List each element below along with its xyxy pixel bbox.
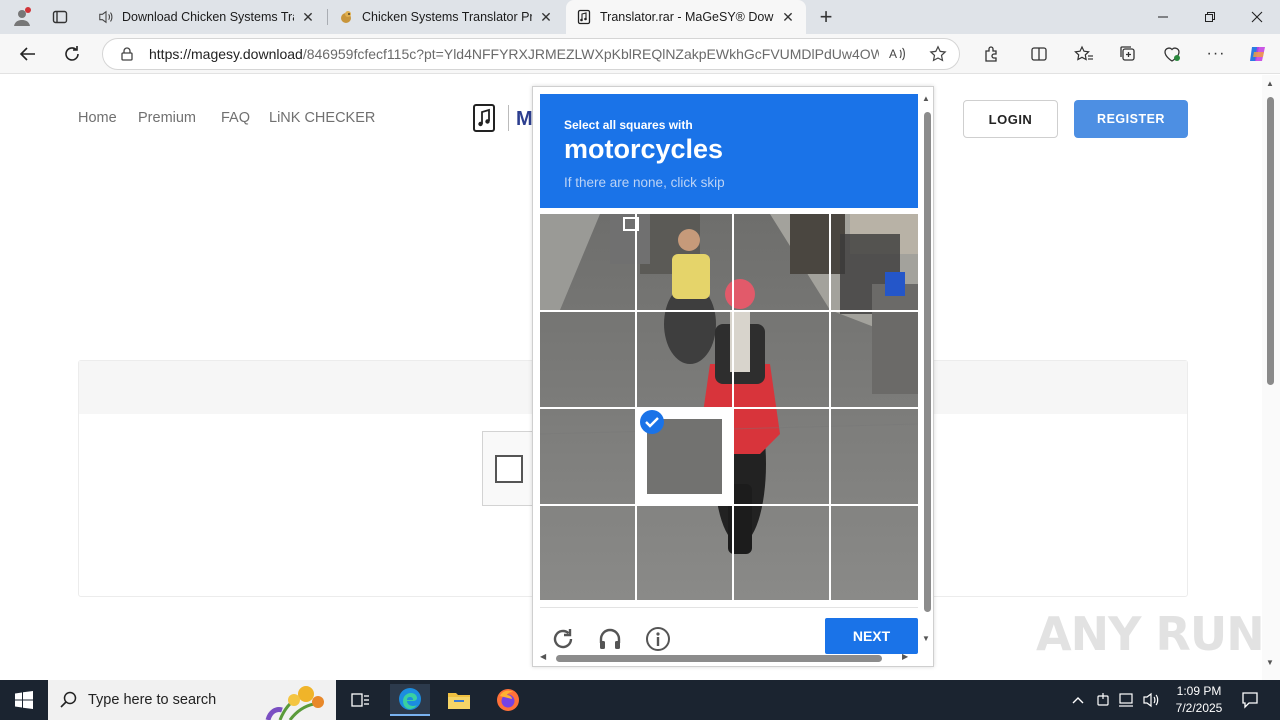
close-tab-icon[interactable]: ✕ — [538, 9, 554, 26]
tile-r1-c1[interactable] — [540, 214, 636, 311]
taskbar-search[interactable]: Type here to search — [48, 680, 336, 721]
clock-date: 7/2/2025 — [1175, 701, 1223, 715]
tab-translator-rar[interactable]: Translator.rar - MaGeSY® Downlo ✕ — [566, 0, 806, 34]
windows-taskbar: Type here to search 1:09 PM 7/2/2025 — [0, 680, 1280, 721]
url-text: https://magesy.download/846959fcfecf115c… — [149, 46, 879, 62]
tile-r3-c2-selected[interactable] — [637, 409, 733, 505]
register-button[interactable]: REGISTER — [1074, 100, 1188, 138]
watermark-text: ANY RUN — [1036, 607, 1265, 661]
site-info-icon[interactable] — [119, 46, 135, 67]
instruction-prefix: Select all squares with — [564, 118, 693, 132]
page-scroll-thumb[interactable] — [1267, 97, 1274, 385]
tile-r2-c1[interactable] — [540, 312, 636, 408]
notifications-icon[interactable] — [1230, 684, 1270, 716]
site-favicon — [338, 9, 354, 25]
captcha-image-grid — [540, 214, 918, 600]
system-clock[interactable]: 1:09 PM 7/2/2025 — [1166, 683, 1232, 717]
collections-icon[interactable] — [1114, 40, 1142, 68]
tab-chicken-translator[interactable]: Chicken Systems Translator Pro v2 ✕ — [328, 0, 564, 34]
favorite-star-icon[interactable] — [929, 45, 947, 68]
tile-r4-c3[interactable] — [734, 506, 830, 600]
settings-more-icon[interactable]: ··· — [1202, 40, 1230, 68]
profile-icon[interactable] — [8, 3, 36, 31]
tile-r3-c1[interactable] — [540, 409, 636, 505]
firefox-icon[interactable] — [488, 684, 528, 716]
file-explorer-icon[interactable] — [439, 684, 479, 716]
instruction-target: motorcycles — [564, 134, 724, 164]
refresh-icon[interactable] — [58, 40, 86, 68]
close-tab-icon[interactable]: ✕ — [780, 9, 796, 26]
page-icon — [576, 9, 592, 25]
close-window-icon[interactable] — [1234, 0, 1280, 34]
site-logo-icon[interactable] — [471, 103, 499, 133]
logo-divider — [508, 105, 509, 131]
tile-r1-c3[interactable] — [734, 214, 830, 311]
tab-actions-icon[interactable] — [46, 3, 74, 31]
tab-label: Translator.rar - MaGeSY® Downlo — [600, 10, 774, 24]
reload-icon[interactable] — [548, 624, 578, 654]
scroll-up-arrow-icon[interactable]: ▲ — [922, 94, 930, 103]
recaptcha-checkbox[interactable] — [495, 455, 523, 483]
tab-label: Download Chicken Systems Trans — [122, 10, 294, 24]
tile-r3-c3[interactable] — [734, 409, 830, 505]
tile-r2-c2[interactable] — [637, 312, 733, 408]
task-view-icon[interactable] — [340, 684, 380, 716]
back-icon[interactable] — [14, 40, 42, 68]
challenge-h-scroll-thumb[interactable] — [556, 655, 882, 662]
tab-download-chicken[interactable]: Download Chicken Systems Trans ✕ — [88, 0, 326, 34]
windows-start-icon[interactable] — [4, 684, 44, 716]
clock-time: 1:09 PM — [1176, 684, 1222, 698]
challenge-h-scrollbar[interactable]: ◀ ▶ — [540, 652, 918, 664]
split-screen-icon[interactable] — [1025, 40, 1053, 68]
address-bar[interactable]: https://magesy.download/846959fcfecf115c… — [102, 38, 960, 70]
scroll-left-arrow-icon[interactable]: ◀ — [540, 652, 546, 661]
restore-icon[interactable] — [1187, 0, 1233, 34]
volume-icon[interactable] — [1131, 684, 1171, 716]
nav-home[interactable]: Home — [78, 110, 117, 126]
tile-r2-c3[interactable] — [734, 312, 830, 408]
browser-essentials-icon[interactable] — [1158, 40, 1186, 68]
tile-r4-c2[interactable] — [637, 506, 733, 600]
tile-r1-c2[interactable] — [637, 214, 733, 311]
svg-text:A: A — [889, 47, 897, 61]
edge-taskbar-icon[interactable] — [390, 684, 430, 716]
browser-tab-bar: Download Chicken Systems Trans ✕ Chicken… — [0, 0, 1280, 34]
close-tab-icon[interactable]: ✕ — [300, 9, 316, 26]
scroll-up-arrow-icon[interactable]: ▲ — [1266, 79, 1274, 88]
tab-label: Chicken Systems Translator Pro v2 — [362, 10, 532, 24]
login-button[interactable]: LOGIN — [963, 100, 1058, 138]
nav-faq[interactable]: FAQ — [221, 110, 250, 126]
read-aloud-icon[interactable]: A — [889, 46, 907, 67]
audio-challenge-icon[interactable] — [595, 624, 625, 654]
tile-r1-c4[interactable] — [831, 214, 918, 311]
speaker-icon — [98, 9, 114, 25]
search-placeholder: Type here to search — [88, 692, 217, 708]
copilot-icon[interactable] — [1244, 40, 1272, 68]
search-icon — [60, 691, 78, 714]
next-button[interactable]: NEXT — [825, 618, 918, 654]
nav-premium[interactable]: Premium — [138, 110, 196, 126]
tile-r3-c4[interactable] — [831, 409, 918, 505]
nav-link-checker[interactable]: LiNK CHECKER — [269, 110, 375, 126]
new-tab-icon[interactable]: + — [812, 3, 840, 31]
extensions-icon[interactable] — [977, 40, 1005, 68]
site-logo-text: M — [516, 108, 533, 130]
info-icon[interactable] — [643, 624, 673, 654]
tile-r4-c1[interactable] — [540, 506, 636, 600]
scroll-down-arrow-icon[interactable]: ▼ — [1266, 658, 1274, 667]
search-highlight-flowers-icon — [260, 682, 330, 725]
favorites-icon[interactable] — [1070, 40, 1098, 68]
tile-r4-c4[interactable] — [831, 506, 918, 600]
captcha-instructions: Select all squares with motorcycles If t… — [540, 94, 918, 208]
scroll-down-arrow-icon[interactable]: ▼ — [922, 634, 930, 643]
captcha-challenge: Select all squares with motorcycles If t… — [532, 86, 934, 667]
page-scrollbar[interactable]: ▲ ▼ — [1262, 75, 1280, 680]
instruction-hint: If there are none, click skip — [564, 175, 725, 190]
challenge-scroll-thumb[interactable] — [924, 112, 931, 612]
scroll-right-arrow-icon[interactable]: ▶ — [902, 652, 908, 661]
minimize-icon[interactable] — [1140, 0, 1186, 34]
tile-r2-c4[interactable] — [831, 312, 918, 408]
challenge-scrollbar[interactable]: ▲ ▼ — [921, 94, 933, 654]
browser-toolbar: https://magesy.download/846959fcfecf115c… — [0, 34, 1280, 74]
